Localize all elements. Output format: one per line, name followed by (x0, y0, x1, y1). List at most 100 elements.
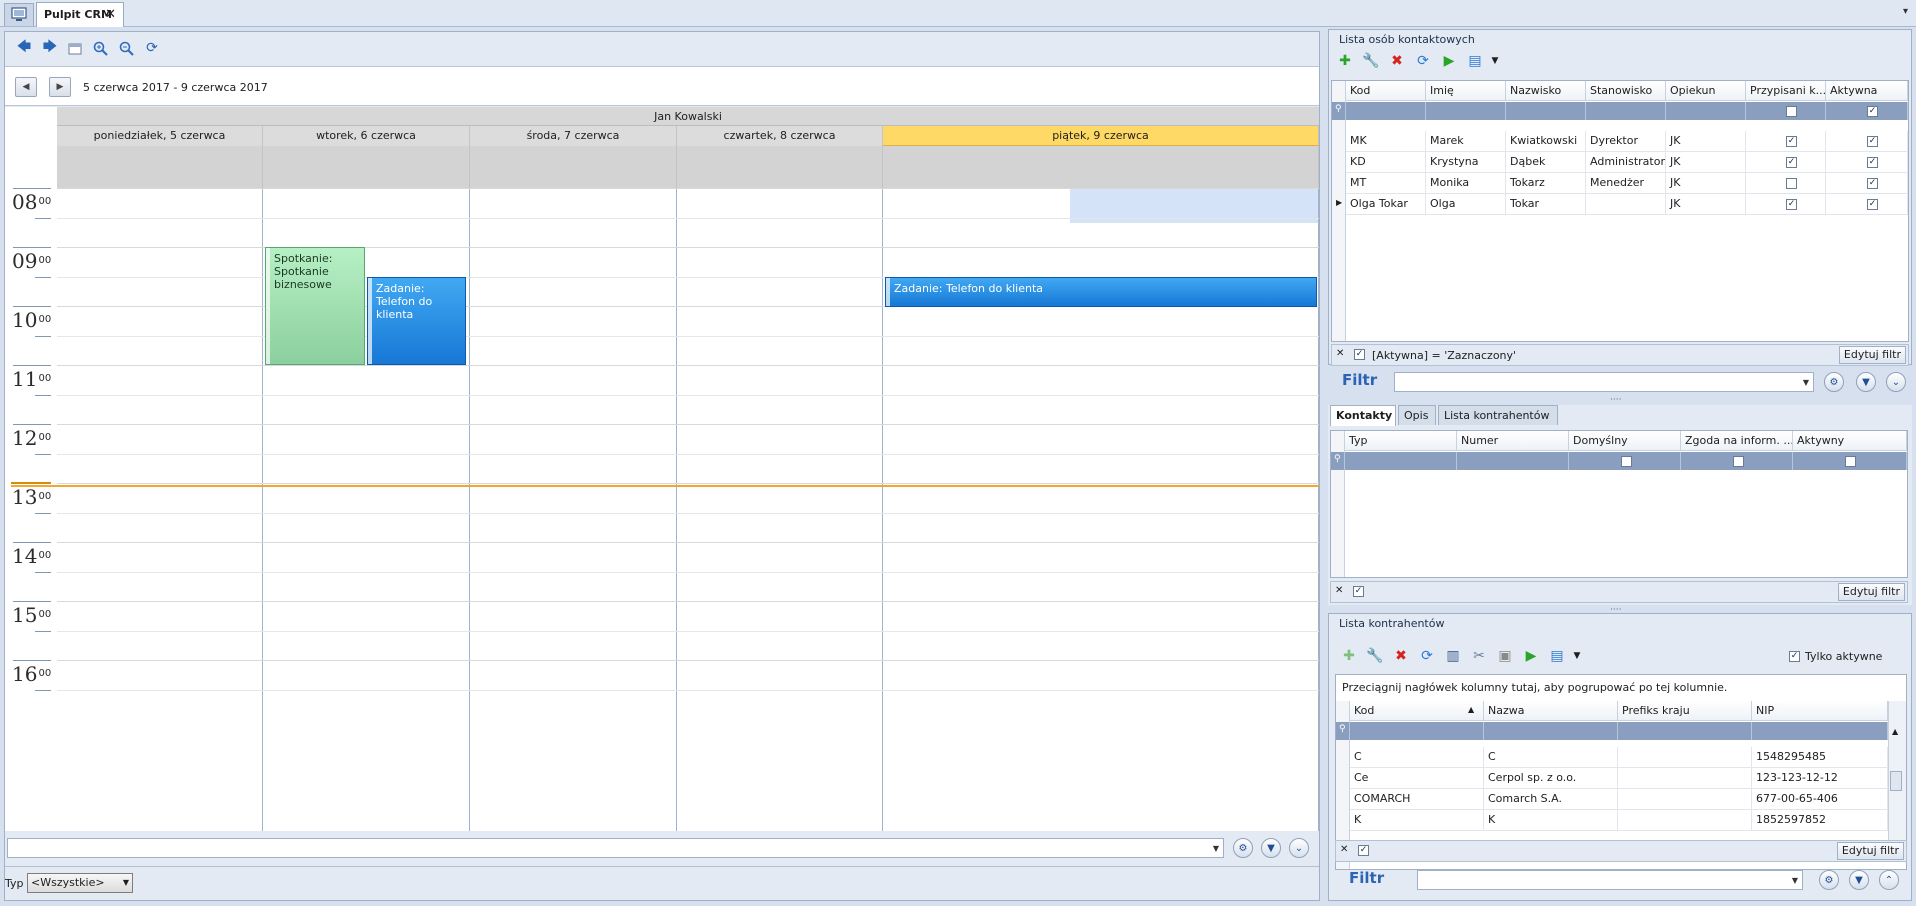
delete-icon[interactable]: ✖ (1391, 646, 1411, 666)
funnel-icon[interactable]: ▼ (1849, 870, 1869, 890)
table-cell[interactable]: Krystyna (1426, 152, 1506, 173)
table-cell[interactable] (1618, 768, 1752, 789)
type-select[interactable]: <Wszystkie> ▼ (27, 873, 133, 893)
table-cell[interactable]: 1852597852 (1752, 810, 1888, 831)
filter-checkbox[interactable] (1786, 106, 1797, 117)
table-cell[interactable]: Cerpol sp. z o.o. (1484, 768, 1618, 789)
column-filter-cell[interactable] (1457, 452, 1569, 470)
export-icon[interactable]: ▤ (1547, 646, 1567, 666)
tab-0[interactable]: Kontakty (1330, 405, 1396, 426)
all-day-cell[interactable] (677, 146, 883, 188)
column-header[interactable]: Nazwa (1484, 701, 1618, 721)
column-filter-cell[interactable] (1506, 102, 1586, 120)
table-cell[interactable] (1618, 789, 1752, 810)
column-filter-cell[interactable] (1752, 722, 1888, 740)
table-cell[interactable]: Dąbek (1506, 152, 1586, 173)
column-header[interactable]: Przypisani k... (1746, 81, 1826, 101)
active-checkbox[interactable] (1867, 178, 1878, 189)
table-cell[interactable]: JK (1666, 131, 1746, 152)
tab-home[interactable] (4, 3, 34, 26)
day-header[interactable]: poniedziałek, 5 czerwca (57, 126, 263, 146)
column-header[interactable]: Imię (1426, 81, 1506, 101)
table-cell[interactable]: Tokar (1506, 194, 1586, 215)
column-filter-cell[interactable] (1484, 722, 1618, 740)
next-week-button[interactable]: ▶ (49, 77, 71, 97)
active-checkbox[interactable] (1867, 157, 1878, 168)
meeting-appointment[interactable]: Spotkanie: Spotkanie biznesowe (265, 247, 365, 365)
cut-icon[interactable]: ✂ (1469, 646, 1489, 666)
task-appointment[interactable]: Zadanie: Telefon do klienta (885, 277, 1317, 307)
column-filter-cell[interactable] (1350, 722, 1484, 740)
all-day-cell[interactable] (57, 146, 263, 188)
day-header[interactable]: wtorek, 6 czerwca (263, 126, 470, 146)
contractors-filter-combo[interactable]: ▼ (1417, 870, 1803, 890)
refresh-icon[interactable]: ⟳ (141, 37, 163, 59)
day-header[interactable]: piątek, 9 czerwca (883, 126, 1319, 146)
table-cell[interactable]: KD (1346, 152, 1426, 173)
task-appointment[interactable]: Zadanie: Telefon do klienta (367, 277, 466, 365)
table-cell[interactable]: Olga (1426, 194, 1506, 215)
all-day-cell[interactable] (263, 146, 470, 188)
assigned-checkbox[interactable] (1786, 178, 1797, 189)
table-cell[interactable] (1618, 810, 1752, 831)
table-cell[interactable]: MT (1346, 173, 1426, 194)
table-cell[interactable]: Olga Tokar (1346, 194, 1426, 215)
scrollbar-thumb[interactable] (1890, 771, 1902, 791)
close-icon[interactable]: ✕ (105, 3, 116, 27)
edit-wrench-icon[interactable]: 🔧 (1361, 51, 1381, 71)
scroll-up-icon[interactable]: ▲ (1892, 727, 1898, 736)
tab-menu-chevron-icon[interactable]: ▾ (1903, 6, 1908, 17)
column-header[interactable]: Kod (1346, 81, 1426, 101)
chevron-down-icon[interactable]: ▼ (1209, 839, 1223, 857)
run-icon[interactable]: ▶ (1521, 646, 1541, 666)
calendar-filter-combo[interactable]: ▼ (7, 838, 1224, 858)
assigned-checkbox[interactable] (1786, 157, 1797, 168)
table-cell[interactable]: 123-123-12-12 (1752, 768, 1888, 789)
edit-filter-button[interactable]: Edytuj filtr (1837, 583, 1905, 601)
all-day-cell[interactable] (883, 146, 1319, 188)
column-header[interactable]: Aktywna (1826, 81, 1908, 101)
table-cell[interactable]: K (1484, 810, 1618, 831)
only-active-checkbox[interactable] (1789, 651, 1800, 662)
day-column[interactable] (57, 188, 263, 831)
column-header[interactable]: Stanowisko (1586, 81, 1666, 101)
column-header[interactable]: Zgoda na inform. ... (1681, 431, 1793, 451)
table-cell[interactable] (1586, 194, 1666, 215)
filter-enabled-checkbox[interactable] (1354, 349, 1365, 360)
refresh-icon[interactable]: ⟳ (1413, 51, 1433, 71)
table-cell[interactable]: Menedżer (1586, 173, 1666, 194)
gear-icon[interactable]: ⚙ (1824, 372, 1844, 392)
table-cell[interactable]: Comarch S.A. (1484, 789, 1618, 810)
edit-filter-button[interactable]: Edytuj filtr (1836, 842, 1904, 860)
column-header[interactable]: NIP (1752, 701, 1888, 721)
column-filter-cell[interactable] (1618, 722, 1752, 740)
column-header[interactable]: Domyślny (1569, 431, 1681, 451)
day-header[interactable]: środa, 7 czerwca (470, 126, 677, 146)
filter-checkbox[interactable] (1621, 456, 1632, 467)
funnel-icon[interactable]: ▼ (1261, 838, 1281, 858)
tab-1[interactable]: Opis (1398, 405, 1436, 425)
table-cell[interactable]: Dyrektor (1586, 131, 1666, 152)
column-filter-cell[interactable] (1346, 102, 1426, 120)
table-cell[interactable]: Ce (1350, 768, 1484, 789)
table-cell[interactable]: C (1350, 747, 1484, 768)
column-filter-cell[interactable] (1586, 102, 1666, 120)
zoom-out-icon[interactable] (115, 37, 137, 59)
table-cell[interactable]: JK (1666, 152, 1746, 173)
assigned-checkbox[interactable] (1786, 199, 1797, 210)
column-header[interactable]: Nazwisko (1506, 81, 1586, 101)
column-header[interactable]: Kod (1350, 701, 1484, 721)
arrow-right-icon[interactable]: 🡆 (39, 37, 61, 59)
active-checkbox[interactable] (1867, 199, 1878, 210)
table-cell[interactable]: C (1484, 747, 1618, 768)
double-chevron-up-icon[interactable]: ⌃ (1879, 870, 1899, 890)
table-cell[interactable]: Administrator (1586, 152, 1666, 173)
table-cell[interactable]: Kwiatkowski (1506, 131, 1586, 152)
column-header[interactable]: Opiekun (1666, 81, 1746, 101)
run-icon[interactable]: ▶ (1439, 51, 1459, 71)
table-cell[interactable]: Marek (1426, 131, 1506, 152)
tab-2[interactable]: Lista kontrahentów (1438, 405, 1558, 425)
chevron-down-icon[interactable]: ▼ (1799, 373, 1813, 391)
zoom-in-icon[interactable] (89, 37, 111, 59)
export-icon[interactable]: ▤ (1465, 51, 1485, 71)
